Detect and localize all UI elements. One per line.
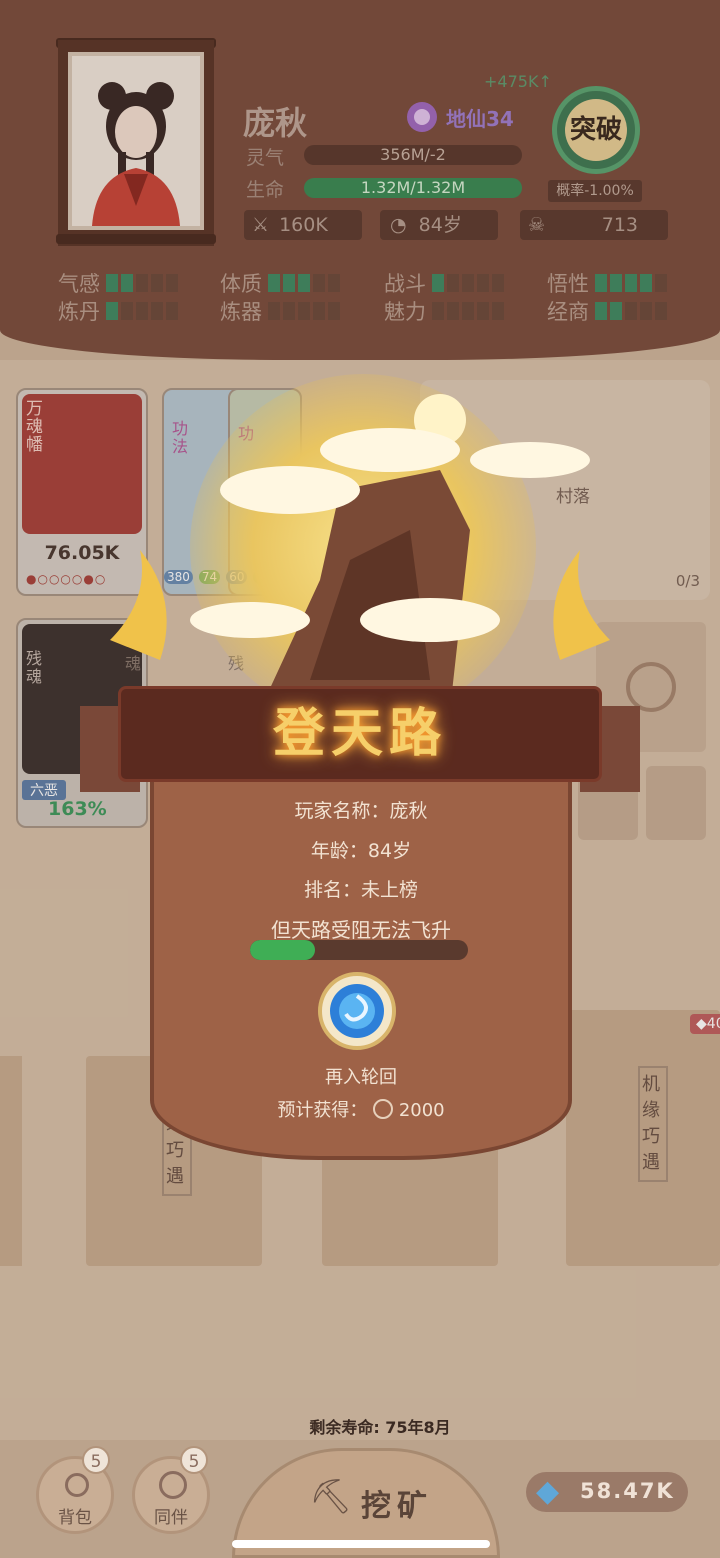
crystal-icon: ◆	[536, 1474, 560, 1509]
crystal-counter[interactable]: ◆ 58.47K	[526, 1472, 688, 1512]
rebirth-button[interactable]	[318, 972, 396, 1050]
lifespan-text: 剩余寿命: 75年8月	[309, 1418, 451, 1437]
rank-line: 排名：未上榜	[303, 879, 418, 901]
partner-icon	[159, 1471, 187, 1499]
reincarnation-icon	[373, 1099, 394, 1119]
mine-label: 挖矿	[361, 1489, 433, 1524]
age-line: 年龄：84岁	[310, 840, 412, 862]
reward-prefix: 预计获得：	[277, 1100, 368, 1121]
bag-badge: 5	[82, 1446, 110, 1474]
mountain-illustration-icon	[110, 394, 610, 710]
partner-label: 同伴	[154, 1508, 188, 1528]
home-indicator	[232, 1540, 490, 1548]
modal-title-banner: 登天路	[118, 686, 602, 782]
rebirth-label: 再入轮回	[325, 1067, 397, 1088]
modal-title: 登天路	[272, 704, 447, 764]
vortex-icon	[330, 984, 384, 1038]
reward-value: 2000	[398, 1100, 445, 1121]
bag-label: 背包	[58, 1508, 92, 1528]
partner-badge: 5	[180, 1446, 208, 1474]
player-name-line: 玩家名称：庞秋	[294, 800, 428, 822]
bag-icon	[65, 1473, 89, 1497]
ascension-progress-bar	[250, 940, 468, 960]
status-line: 但天路受阻无法飞升	[271, 918, 451, 942]
pickaxe-icon: ⛏	[309, 1477, 353, 1517]
reward-line: 预计获得： 2000	[150, 1096, 572, 1122]
crystal-value: 58.47K	[580, 1479, 675, 1503]
ascension-progress-fill	[250, 940, 316, 960]
